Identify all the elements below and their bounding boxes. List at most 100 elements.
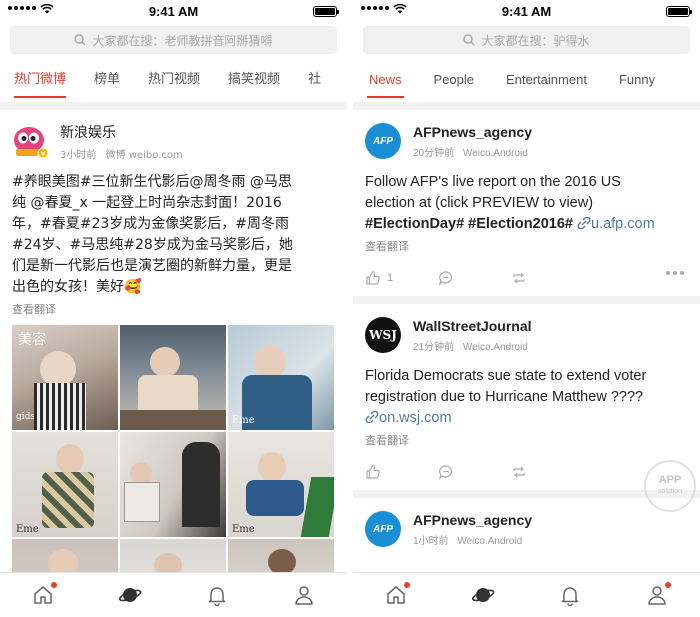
search-bar[interactable]: 大家都在搜：驴得水 xyxy=(363,26,690,54)
post-content-line: 纯 @春夏_x 一起登上时尚杂志封面！2016 xyxy=(12,195,282,211)
comment-icon xyxy=(438,465,452,480)
weibo-post[interactable]: WSJ WallStreetJournal 21分钟前 Weico.Androi… xyxy=(353,304,700,490)
tab-hot-videos[interactable]: 热门视频 xyxy=(134,58,214,102)
profile-icon xyxy=(294,586,313,605)
tab-home[interactable] xyxy=(31,582,58,607)
post-time: 21分钟前 xyxy=(413,341,455,353)
planet-icon xyxy=(119,588,142,602)
post-content-line: election at (click PREVIEW to view) xyxy=(365,195,594,211)
search-bar[interactable]: 大家都在搜：老师教拼音阿掰猜嘚 xyxy=(10,26,337,54)
status-time: 9:41 AM xyxy=(501,4,552,19)
notification-dot xyxy=(404,582,411,588)
avatar[interactable]: AFP xyxy=(365,123,401,159)
tab-people[interactable]: People xyxy=(418,58,490,102)
photo[interactable]: 美容 gids rising xyxy=(12,325,118,430)
section-divider xyxy=(353,296,700,304)
thumbs-up-icon xyxy=(366,465,380,479)
post-content: Follow AFP's live report on the 2016 US … xyxy=(365,172,688,235)
tab-discover[interactable] xyxy=(471,583,495,607)
tab-home[interactable] xyxy=(384,582,411,607)
photo[interactable]: Eme xyxy=(228,325,334,430)
post-username[interactable]: AFPnews_agency xyxy=(413,124,532,140)
section-divider xyxy=(353,102,700,110)
post-meta: 3小时前 微博 weibo.com xyxy=(60,146,183,161)
tab-rankings[interactable]: 榜单 xyxy=(80,58,134,102)
tab-funny[interactable]: Funny xyxy=(603,58,671,102)
bell-icon xyxy=(208,587,226,607)
tab-profile[interactable] xyxy=(292,583,316,607)
post-meta: 1小时前 Weico.Android xyxy=(413,532,532,547)
post-username[interactable]: 新浪娱乐 xyxy=(60,122,183,142)
comment-button[interactable] xyxy=(438,270,511,286)
weibo-post[interactable]: AFP AFPnews_agency 20分钟前 Weico.Android F… xyxy=(353,110,700,296)
search-placeholder: 大家都在搜：老师教拼音阿掰猜嘚 xyxy=(92,33,273,48)
weibo-post[interactable]: AFP AFPnews_agency 1小时前 Weico.Android xyxy=(353,498,700,550)
tab-discover[interactable] xyxy=(118,583,142,607)
notification-dot xyxy=(664,582,671,588)
translate-link[interactable]: 查看翻译 xyxy=(12,301,335,317)
category-tabs: News People Entertainment Funny xyxy=(353,58,700,102)
post-content-line: 出色的女孩！美好🥰 xyxy=(12,279,142,295)
repost-button[interactable] xyxy=(511,270,584,286)
photo[interactable] xyxy=(120,325,226,430)
translate-link[interactable]: 查看翻译 xyxy=(365,432,688,448)
search-icon xyxy=(74,34,86,46)
photo[interactable]: Eme xyxy=(12,432,118,537)
watermark-text: APP xyxy=(658,474,682,486)
like-button[interactable] xyxy=(365,464,438,480)
post-source: 微博 weibo.com xyxy=(105,149,183,161)
status-bar: 9:41 AM xyxy=(0,0,347,22)
post-source: Weico.Android xyxy=(462,341,528,353)
post-content-line: 们是新一代影后也是演艺圈的新鲜力量，更是 xyxy=(12,258,292,274)
comment-icon xyxy=(438,271,452,286)
bell-icon xyxy=(561,587,579,607)
post-username[interactable]: WallStreetJournal xyxy=(413,318,532,334)
post-link[interactable]: u.afp.com xyxy=(577,216,655,232)
post-header: AFP AFPnews_agency 20分钟前 Weico.Android xyxy=(365,120,688,162)
svg-text:v: v xyxy=(41,150,46,158)
tab-notifications[interactable] xyxy=(558,583,582,607)
search-placeholder: 大家都在搜：驴得水 xyxy=(481,33,590,48)
translate-link[interactable]: 查看翻译 xyxy=(365,238,688,254)
post-content-line: 年，#春夏#23岁成为金像奖影后，#周冬雨 xyxy=(12,216,290,232)
left-screen: 9:41 AM 大家都在搜：老师教拼音阿掰猜嘚 热门微博 榜单 热门视频 搞笑视… xyxy=(0,0,347,617)
avatar[interactable]: AFP xyxy=(365,511,401,547)
weibo-post[interactable]: v 新浪娱乐 3小时前 微博 weibo.com #养眼美图#三位新生代影后@周… xyxy=(0,110,347,617)
tab-entertainment[interactable]: Entertainment xyxy=(490,58,603,102)
tab-society[interactable]: 社 xyxy=(294,58,335,102)
planet-icon xyxy=(472,588,495,602)
hashtag[interactable]: #ElectionDay# xyxy=(365,216,464,232)
post-link-text: u.afp.com xyxy=(591,216,655,232)
search-icon xyxy=(463,34,475,46)
post-link[interactable]: on.wsj.com xyxy=(365,410,452,426)
post-source: Weico.Android xyxy=(457,535,523,547)
wsj-logo-text: WSJ xyxy=(369,328,397,342)
status-bar: 9:41 AM xyxy=(353,0,700,22)
avatar[interactable]: v xyxy=(12,123,49,159)
afp-logo-text: AFP xyxy=(373,135,393,147)
post-content: #养眼美图#三位新生代影后@周冬雨 @马思 纯 @春夏_x 一起登上时尚杂志封面… xyxy=(12,172,335,298)
post-username[interactable]: AFPnews_agency xyxy=(413,512,532,528)
tab-profile[interactable] xyxy=(645,582,671,607)
post-content-line: #24岁、#马思纯#28岁成为金马奖影后，她 xyxy=(12,237,293,253)
hashtag[interactable]: #Election2016# xyxy=(468,216,573,232)
tab-hot-weibo[interactable]: 热门微博 xyxy=(0,58,80,102)
like-button[interactable]: 1 xyxy=(365,270,438,286)
repost-button[interactable] xyxy=(511,464,584,480)
link-icon xyxy=(577,216,591,230)
battery-icon xyxy=(666,6,692,17)
comment-button[interactable] xyxy=(438,464,511,480)
tab-funny-videos[interactable]: 搞笑视频 xyxy=(214,58,294,102)
more-options-icon[interactable] xyxy=(666,271,684,275)
tab-news[interactable]: News xyxy=(353,58,418,102)
category-tabs: 热门微博 榜单 热门视频 搞笑视频 社 xyxy=(0,58,347,102)
photo[interactable]: Eme xyxy=(228,432,334,537)
post-meta: 20分钟前 Weico.Android xyxy=(413,144,532,159)
post-header: AFP AFPnews_agency 1小时前 Weico.Android xyxy=(365,508,688,550)
photo[interactable] xyxy=(120,432,226,537)
tab-notifications[interactable] xyxy=(205,583,229,607)
afp-logo-text: AFP xyxy=(373,523,393,535)
app-solution-watermark: APP solution xyxy=(644,460,696,512)
post-content-line: Follow AFP's live report on the 2016 US xyxy=(365,174,621,190)
avatar[interactable]: WSJ xyxy=(365,317,401,353)
